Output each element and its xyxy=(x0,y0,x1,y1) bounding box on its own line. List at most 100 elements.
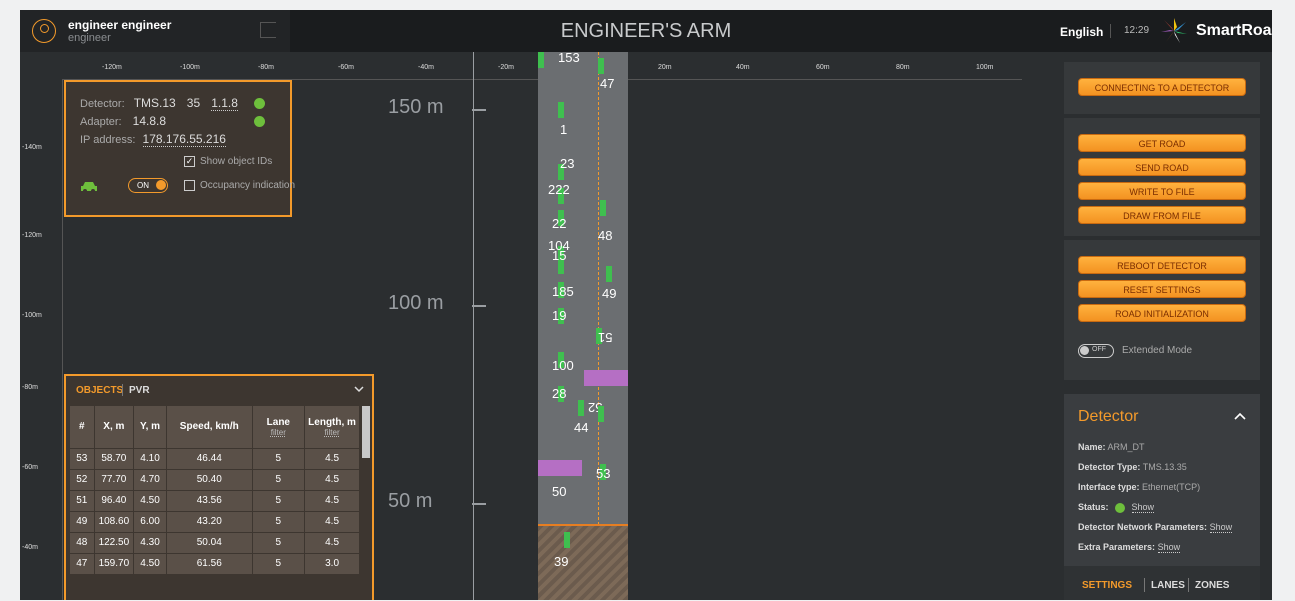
scrollbar-thumb[interactable] xyxy=(362,406,370,458)
column-header[interactable]: Y, m xyxy=(133,406,167,448)
detector-version[interactable]: 1.1.8 xyxy=(211,96,238,111)
column-header[interactable]: X, m xyxy=(94,406,135,448)
road-initialization-button[interactable]: ROAD INITIALIZATION xyxy=(1078,304,1246,322)
show-ids-label: Show object IDs xyxy=(200,156,273,167)
write-to-file-button[interactable]: WRITE TO FILE xyxy=(1078,182,1246,200)
column-header-lane[interactable]: Lane filter xyxy=(252,406,306,448)
get-road-button[interactable]: GET ROAD xyxy=(1078,134,1246,152)
tab-lanes[interactable]: LANES xyxy=(1151,580,1185,591)
table-cell: 5 xyxy=(252,489,306,511)
vehicle-id-label: 49 xyxy=(602,286,617,301)
vehicle-toggle[interactable]: ON xyxy=(128,178,168,193)
draw-from-file-button[interactable]: DRAW FROM FILE xyxy=(1078,206,1246,224)
maintenance-box: REBOOT DETECTOR RESET SETTINGS ROAD INIT… xyxy=(1064,240,1260,380)
extra-show-link[interactable]: Show xyxy=(1157,542,1181,553)
detector-status-dot xyxy=(254,98,265,109)
detector-label: Detector: xyxy=(80,98,125,110)
reset-settings-button[interactable]: RESET SETTINGS xyxy=(1078,280,1246,298)
tab-settings[interactable]: SETTINGS xyxy=(1082,580,1132,591)
status-show-link[interactable]: Show xyxy=(1131,502,1155,513)
road[interactable]: 153 47 1 23 222 22 48 104 15 185 49 19 51 100 28 52 44 53… xyxy=(538,50,628,600)
vehicle-id-label: 222 xyxy=(548,182,570,197)
ruler-top-label: -40m xyxy=(418,64,434,71)
table-row[interactable]: 49 108.60 6.00 43.20 5 4.5 xyxy=(70,510,360,532)
divider xyxy=(1188,578,1189,592)
vehicle-id-label: 15 xyxy=(552,248,567,263)
table-cell: 61.56 xyxy=(166,552,253,574)
chevron-up-icon[interactable] xyxy=(1234,412,1246,420)
smartroad-logo-icon xyxy=(1161,18,1187,43)
chevron-down-icon[interactable] xyxy=(354,385,364,393)
vehicle-id-label: 19 xyxy=(552,308,567,323)
ip-value[interactable]: 178.176.55.216 xyxy=(142,132,226,147)
send-road-button[interactable]: SEND ROAD xyxy=(1078,158,1246,176)
objects-header: OBJECTS PVR xyxy=(66,376,372,404)
table-row[interactable]: 52 77.70 4.70 50.40 5 4.5 xyxy=(70,468,360,490)
tab-pvr[interactable]: PVR xyxy=(129,385,150,396)
adapter-value: 14.8.8 xyxy=(132,114,167,128)
show-ids-checkbox[interactable]: ✓ xyxy=(184,156,195,167)
table-cell: 77.70 xyxy=(94,468,135,490)
vehicle-id-label: 53 xyxy=(596,466,611,481)
column-header-length[interactable]: Length, m filter xyxy=(304,406,360,448)
top-bar: engineer engineer engineer ENGINEER'S AR… xyxy=(20,10,1272,52)
road-canvas[interactable]: -120m-100m-80m-60m-40m-20m0m20m40m60m80m… xyxy=(20,50,1050,600)
vehicle-marker[interactable] xyxy=(598,406,604,422)
connect-box: CONNECTING TO A DETECTOR xyxy=(1064,62,1260,114)
table-cell: 50.04 xyxy=(166,531,253,553)
table-cell: 4.5 xyxy=(304,510,360,532)
pedestrian-marker[interactable] xyxy=(538,460,582,476)
vehicle-marker[interactable] xyxy=(598,58,604,74)
connect-detector-button[interactable]: CONNECTING TO A DETECTOR xyxy=(1078,78,1246,96)
column-header[interactable]: # xyxy=(70,406,95,448)
status-label: Status: xyxy=(1078,502,1109,512)
table-cell: 49 xyxy=(70,510,95,532)
road-actions-box: GET ROAD SEND ROAD WRITE TO FILE DRAW FR… xyxy=(1064,118,1260,236)
vehicle-marker[interactable] xyxy=(600,200,606,216)
network-label: Detector Network Parameters: xyxy=(1078,522,1208,532)
table-cell: 48 xyxy=(70,531,95,553)
lane-divider xyxy=(598,52,599,600)
vehicle-id-label: 39 xyxy=(554,554,569,569)
clock: 12:29 xyxy=(1124,25,1150,36)
ruler-left-label: -140m xyxy=(22,144,42,151)
extended-mode-toggle[interactable]: OFF xyxy=(1078,344,1114,358)
language-selector[interactable]: English xyxy=(1060,25,1103,39)
table-cell: 3.0 xyxy=(304,552,360,574)
vehicle-marker[interactable] xyxy=(606,266,612,282)
vehicle-marker[interactable] xyxy=(578,400,584,416)
table-cell: 5 xyxy=(252,447,306,469)
interface-label: Interface type: xyxy=(1078,482,1140,492)
table-row[interactable]: 53 58.70 4.10 46.44 5 4.5 xyxy=(70,447,360,469)
vehicle-id-label: 1 xyxy=(560,122,568,137)
ruler-top-label: 40m xyxy=(736,64,750,71)
table-cell: 4.10 xyxy=(133,447,167,469)
extended-mode-label: Extended Mode xyxy=(1122,345,1193,356)
table-cell: 4.5 xyxy=(304,489,360,511)
tab-zones[interactable]: ZONES xyxy=(1195,580,1229,591)
vehicle-marker[interactable] xyxy=(564,532,570,548)
table-cell: 51 xyxy=(70,489,95,511)
vehicle-marker[interactable] xyxy=(558,102,564,118)
interface-value: Ethernet(TCP) xyxy=(1142,482,1201,492)
distance-tick xyxy=(472,503,486,505)
table-cell: 5 xyxy=(252,552,306,574)
reboot-detector-button[interactable]: REBOOT DETECTOR xyxy=(1078,256,1246,274)
left-axis xyxy=(62,80,63,600)
network-show-link[interactable]: Show xyxy=(1209,522,1233,533)
occupancy-checkbox[interactable] xyxy=(184,180,195,191)
pedestrian-marker[interactable] xyxy=(584,370,628,386)
table-cell: 47 xyxy=(70,552,95,574)
ruler-left-label: -120m xyxy=(22,232,42,239)
vehicle-marker[interactable] xyxy=(538,52,544,68)
name-label: Name: xyxy=(1078,442,1106,452)
column-header[interactable]: Speed, km/h xyxy=(166,406,253,448)
table-cell: 5 xyxy=(252,468,306,490)
tab-objects[interactable]: OBJECTS xyxy=(76,385,123,396)
table-row[interactable]: 51 96.40 4.50 43.56 5 4.5 xyxy=(70,489,360,511)
table-row[interactable]: 47 159.70 4.50 61.56 5 3.0 xyxy=(70,552,360,574)
objects-table: # X, m Y, m Speed, km/h Lane filter Lengt… xyxy=(70,406,360,574)
table-cell: 46.44 xyxy=(166,447,253,469)
divider xyxy=(1110,24,1111,38)
table-row[interactable]: 48 122.50 4.30 50.04 5 4.5 xyxy=(70,531,360,553)
